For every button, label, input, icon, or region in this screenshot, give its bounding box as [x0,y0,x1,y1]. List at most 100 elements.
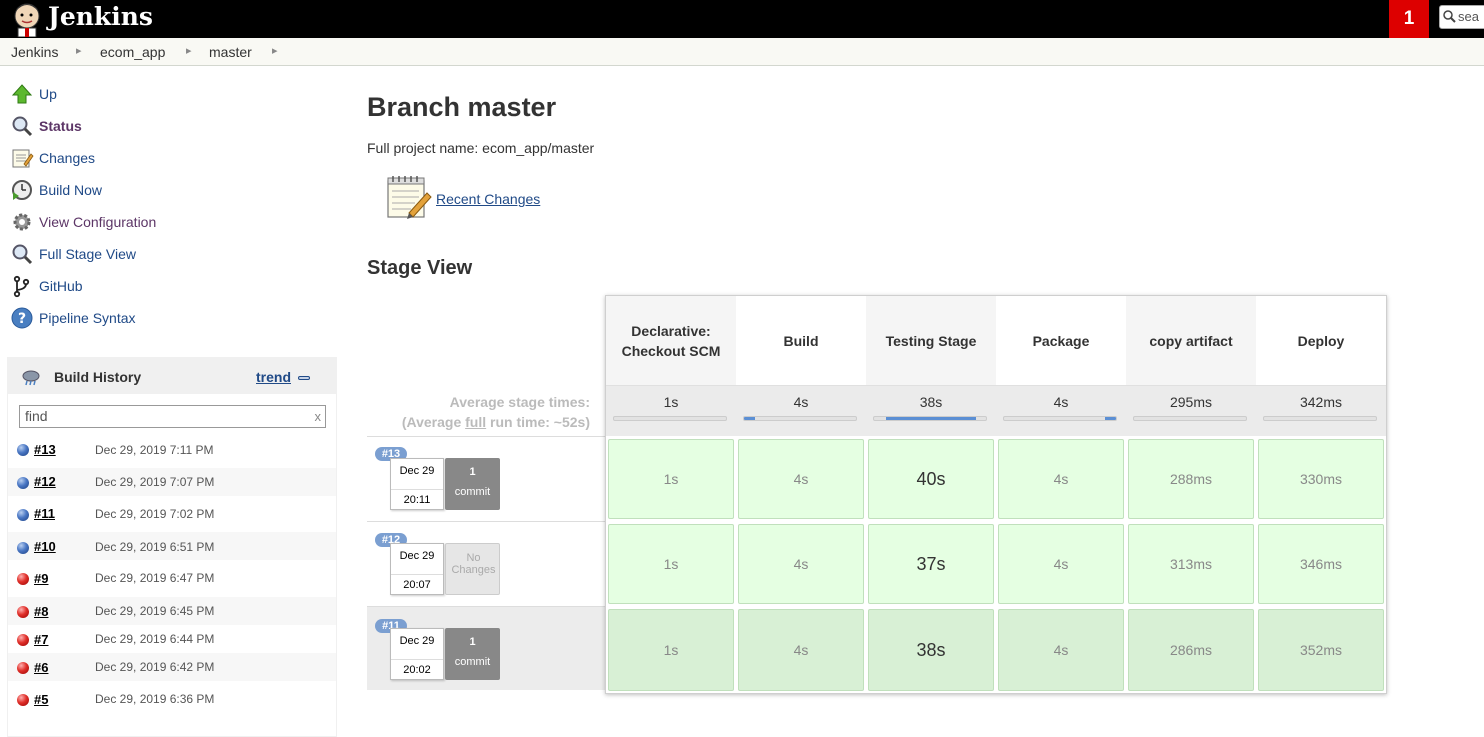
stage-build-row-13[interactable]: #13 Dec 29 20:11 1 commit [367,436,605,520]
stage-cell[interactable]: 4s [738,609,864,691]
build-history-row[interactable]: #6 Dec 29, 2019 6:42 PM [8,653,336,681]
chevron-right-icon[interactable]: ▸ [76,44,82,57]
build-history-row[interactable]: #9 Dec 29, 2019 6:47 PM [8,564,336,592]
build-date: Dec 29 [399,635,435,647]
build-history-row[interactable]: #5 Dec 29, 2019 6:36 PM [8,685,336,713]
build-number-link[interactable]: #8 [34,604,48,619]
build-date[interactable]: Dec 29, 2019 6:47 PM [95,571,214,585]
clear-filter-icon[interactable]: x [315,406,322,427]
build-date[interactable]: Dec 29, 2019 6:36 PM [95,692,214,706]
build-number-link[interactable]: #10 [34,539,56,554]
notification-badge[interactable]: 1 [1389,0,1429,38]
stage-average-time: 1s [606,385,736,436]
build-number-link[interactable]: #7 [34,632,48,647]
build-number-link[interactable]: #12 [34,474,56,489]
search-input[interactable]: sea [1439,5,1484,29]
gear-icon [13,213,31,231]
build-history-row[interactable]: #7 Dec 29, 2019 6:44 PM [8,625,336,653]
breadcrumb-item-ecom-app[interactable]: ecom_app [100,44,165,60]
sidebar-item-build-now[interactable]: Build Now [10,178,102,202]
build-number-link[interactable]: #13 [34,442,56,457]
stage-header-package: Package [1032,332,1090,349]
stage-build-row-11[interactable]: #11 Dec 29 20:02 1 commit [367,606,605,690]
average-time-bar [1263,416,1377,421]
full-run-time-link[interactable]: full [465,414,486,430]
commit-label: commit [454,486,491,498]
recent-changes-link[interactable]: Recent Changes [436,191,540,207]
sidebar-item-pipeline-syntax[interactable]: ? Pipeline Syntax [10,306,136,330]
average-time-bar [873,416,987,421]
sidebar-item-label: Up [39,86,57,102]
stage-view-table: Declarative: Checkout SCM Build Testing … [605,295,1387,694]
build-filter-placeholder: find [25,408,48,424]
changes-button[interactable]: 1 commit [445,458,500,510]
up-arrow-icon [11,84,33,104]
brand-title[interactable]: Jenkins [48,2,153,32]
changes-button[interactable]: 1 commit [445,628,500,680]
build-date[interactable]: Dec 29, 2019 6:45 PM [95,604,214,618]
stage-cell[interactable]: 1s [608,524,734,604]
build-history-row[interactable]: #13 Dec 29, 2019 7:11 PM [8,436,336,464]
build-date[interactable]: Dec 29, 2019 7:02 PM [95,507,214,521]
average-time-value: 1s [663,394,679,410]
stage-cell[interactable]: 346ms [1258,524,1384,604]
build-date[interactable]: Dec 29, 2019 6:51 PM [95,540,214,554]
sidebar-item-changes[interactable]: Changes [10,146,95,170]
status-ball-icon [17,509,29,521]
no-changes-indicator: No Changes [445,543,500,595]
build-history-panel: Build History trend find x #13 Dec 29, 2… [7,357,337,737]
sidebar-item-full-stage-view[interactable]: Full Stage View [10,242,136,266]
trend-link[interactable]: trend [256,369,291,385]
build-date[interactable]: Dec 29, 2019 7:11 PM [95,443,214,457]
stage-cell[interactable]: 4s [998,439,1124,519]
stage-cell[interactable]: 288ms [1128,439,1254,519]
build-history-row[interactable]: #10 Dec 29, 2019 6:51 PM [8,532,336,560]
chevron-right-icon[interactable]: ▸ [272,44,278,57]
build-number-link[interactable]: #6 [34,660,48,675]
stage-cell[interactable]: 330ms [1258,439,1384,519]
clock-play-icon [12,180,32,200]
stage-cell[interactable]: 1s [608,609,734,691]
build-date[interactable]: Dec 29, 2019 6:44 PM [95,632,214,646]
build-history-row[interactable]: #12 Dec 29, 2019 7:07 PM [8,468,336,496]
build-history-title: Build History [54,369,142,385]
build-number-link[interactable]: #11 [34,506,55,521]
stage-average-time: 342ms [1256,385,1386,436]
build-date[interactable]: Dec 29, 2019 6:42 PM [95,660,214,674]
stage-cell[interactable]: 4s [738,524,864,604]
stage-cell[interactable]: 37s [868,524,994,604]
status-ball-icon [17,542,29,554]
stage-cell[interactable]: 352ms [1258,609,1384,691]
status-ball-icon [17,477,29,489]
build-time: 20:02 [391,659,443,676]
build-number-link[interactable]: #5 [34,692,48,707]
build-date[interactable]: Dec 29, 2019 7:07 PM [95,475,214,489]
stage-cell[interactable]: 313ms [1128,524,1254,604]
sidebar-item-github[interactable]: GitHub [10,274,83,298]
sidebar-item-label: Changes [39,150,96,166]
sidebar-item-label: Pipeline Syntax [39,310,136,326]
build-history-row[interactable]: #8 Dec 29, 2019 6:45 PM [8,597,336,625]
sidebar-item-status[interactable]: Status [10,114,82,138]
jenkins-logo-icon[interactable] [10,1,44,37]
build-history-row[interactable]: #11 Dec 29, 2019 7:02 PM [8,500,336,528]
sidebar-item-up[interactable]: Up [10,82,57,106]
stage-build-row-12[interactable]: #12 Dec 29 20:07 No Changes [367,521,605,605]
stage-cell[interactable]: 38s [868,609,994,691]
help-icon: ? [11,307,33,329]
breadcrumb-item-master[interactable]: master [209,44,252,60]
stage-cell[interactable]: 4s [998,609,1124,691]
stage-cell[interactable]: 286ms [1128,609,1254,691]
collapse-icon[interactable] [298,376,310,380]
build-filter-input[interactable]: find x [19,405,326,428]
stage-cell[interactable]: 4s [738,439,864,519]
breadcrumb-item-jenkins[interactable]: Jenkins [11,44,58,60]
chevron-right-icon[interactable]: ▸ [186,44,192,57]
stage-cell[interactable]: 1s [608,439,734,519]
status-ball-icon [17,444,29,456]
stage-cell[interactable]: 40s [868,439,994,519]
sidebar-item-view-configuration[interactable]: View Configuration [10,210,156,234]
stage-cell[interactable]: 4s [998,524,1124,604]
no-changes-line-1: No [466,552,481,564]
build-number-link[interactable]: #9 [34,571,48,586]
